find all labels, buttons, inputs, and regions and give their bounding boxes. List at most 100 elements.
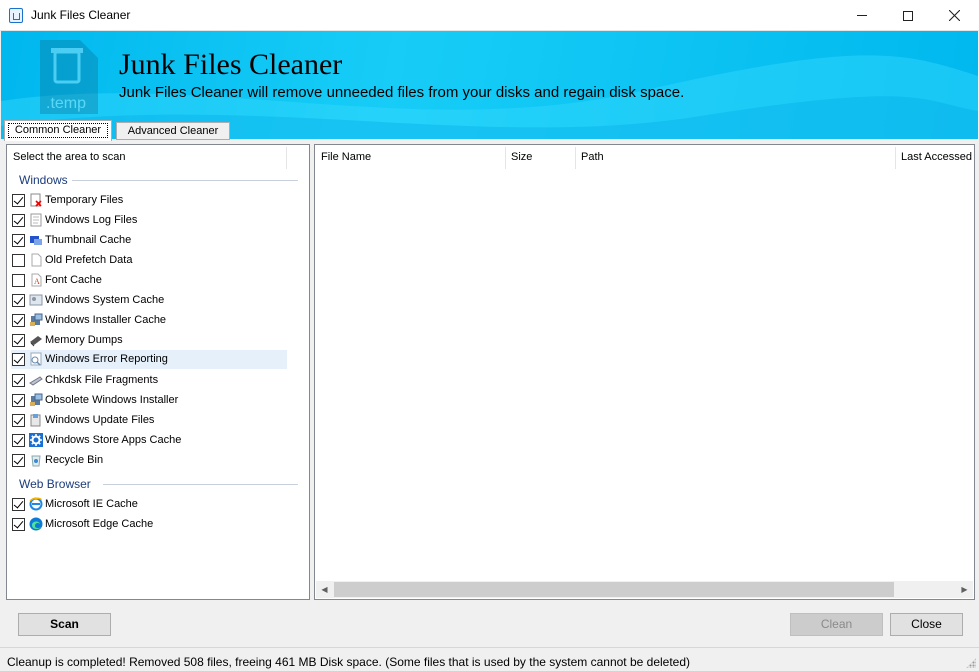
file-list-table[interactable]: File Name Size Path Last Accessed ◀ ▶ bbox=[314, 144, 975, 600]
group-windows-label: Windows bbox=[19, 173, 68, 187]
group-divider bbox=[72, 180, 298, 181]
list-item-windows-store-apps-cache[interactable]: Windows Store Apps Cache bbox=[11, 431, 287, 450]
list-item-microsoft-edge-cache[interactable]: Microsoft Edge Cache bbox=[11, 515, 287, 534]
checkbox[interactable] bbox=[12, 434, 25, 447]
tab-advanced-cleaner-label: Advanced Cleaner bbox=[127, 125, 219, 137]
system-cache-icon bbox=[29, 294, 43, 306]
checkbox[interactable] bbox=[12, 498, 25, 511]
column-header-size[interactable]: Size bbox=[511, 151, 532, 163]
item-label: Font Cache bbox=[45, 274, 102, 286]
close-window-button[interactable] bbox=[931, 0, 977, 31]
list-item-chkdsk-file-fragments[interactable]: Chkdsk File Fragments bbox=[11, 371, 287, 390]
maximize-button[interactable] bbox=[885, 0, 931, 31]
checkbox[interactable] bbox=[12, 294, 25, 307]
window-title: Junk Files Cleaner bbox=[31, 8, 131, 22]
checkbox[interactable] bbox=[12, 414, 25, 427]
status-divider bbox=[0, 647, 979, 648]
checkbox[interactable] bbox=[12, 353, 25, 366]
clean-button[interactable]: Clean bbox=[790, 613, 883, 636]
font-icon: A bbox=[31, 273, 42, 287]
list-item-old-prefetch-data[interactable]: Old Prefetch Data bbox=[11, 251, 287, 270]
status-text: Cleanup is completed! Removed 508 files,… bbox=[7, 655, 691, 669]
column-divider[interactable] bbox=[895, 147, 896, 169]
list-item-obsolete-windows-installer[interactable]: Obsolete Windows Installer bbox=[11, 391, 287, 410]
app-icon bbox=[9, 8, 23, 23]
banner-title: Junk Files Cleaner bbox=[119, 48, 343, 81]
list-item-windows-update-files[interactable]: Windows Update Files bbox=[11, 411, 287, 430]
list-item-memory-dumps[interactable]: Memory Dumps bbox=[11, 331, 287, 350]
maximize-icon bbox=[903, 10, 913, 21]
checkbox[interactable] bbox=[12, 374, 25, 387]
close-button[interactable]: Close bbox=[890, 613, 963, 636]
column-header-path[interactable]: Path bbox=[581, 151, 604, 163]
tab-common-cleaner[interactable]: Common Cleaner bbox=[4, 120, 112, 141]
checkbox[interactable] bbox=[12, 214, 25, 227]
item-label: Windows Store Apps Cache bbox=[45, 434, 182, 446]
update-icon bbox=[30, 414, 41, 427]
minimize-icon bbox=[857, 15, 867, 16]
list-item-microsoft-ie-cache[interactable]: Microsoft IE Cache bbox=[11, 495, 287, 514]
item-label: Microsoft Edge Cache bbox=[45, 518, 154, 530]
resize-grip-icon[interactable] bbox=[966, 658, 976, 668]
scroll-left-arrow-icon[interactable]: ◀ bbox=[316, 581, 333, 598]
installer-icon bbox=[30, 393, 43, 406]
checkbox[interactable] bbox=[12, 194, 25, 207]
title-bar: Junk Files Cleaner bbox=[0, 0, 979, 31]
item-label: Temporary Files bbox=[45, 194, 124, 206]
item-label: Thumbnail Cache bbox=[45, 234, 132, 246]
thumbnail-icon bbox=[30, 236, 42, 245]
item-label: Windows System Cache bbox=[45, 294, 165, 306]
checkbox[interactable] bbox=[12, 254, 25, 267]
item-label: Microsoft IE Cache bbox=[45, 498, 138, 510]
item-label: Old Prefetch Data bbox=[45, 254, 133, 266]
banner-subtitle: Junk Files Cleaner will remove unneeded … bbox=[119, 84, 685, 101]
blank-file-icon bbox=[31, 253, 42, 267]
gear-icon bbox=[29, 433, 43, 447]
log-file-icon bbox=[30, 213, 42, 227]
item-label: Memory Dumps bbox=[45, 334, 123, 346]
item-label: Chkdsk File Fragments bbox=[45, 374, 159, 386]
column-header-file-name[interactable]: File Name bbox=[321, 151, 371, 163]
column-divider[interactable] bbox=[575, 147, 576, 169]
group-web-browser-label: Web Browser bbox=[19, 477, 91, 491]
ie-icon bbox=[29, 497, 43, 511]
checkbox[interactable] bbox=[12, 334, 25, 347]
scroll-right-arrow-icon[interactable]: ▶ bbox=[956, 581, 973, 598]
checkbox[interactable] bbox=[12, 274, 25, 287]
tab-advanced-cleaner[interactable]: Advanced Cleaner bbox=[116, 122, 230, 140]
scan-area-list[interactable]: Select the area to scan Windows Temporar… bbox=[6, 144, 310, 600]
close-icon bbox=[948, 10, 960, 21]
scan-button[interactable]: Scan bbox=[18, 613, 111, 636]
edge-icon bbox=[29, 517, 43, 531]
item-label: Windows Log Files bbox=[45, 214, 138, 226]
list-item-temporary-files[interactable]: Temporary Files bbox=[11, 191, 287, 210]
list-item-windows-system-cache[interactable]: Windows System Cache bbox=[11, 291, 287, 310]
scan-area-header: Select the area to scan bbox=[13, 151, 126, 163]
recycle-bin-icon bbox=[31, 455, 41, 467]
item-label: Recycle Bin bbox=[45, 454, 104, 466]
temp-files-icon bbox=[30, 193, 42, 207]
list-item-font-cache[interactable]: A Font Cache bbox=[11, 271, 287, 290]
trash-can-logo-icon: .temp bbox=[40, 40, 98, 114]
error-report-icon bbox=[30, 352, 42, 366]
item-label: Windows Installer Cache bbox=[45, 314, 167, 326]
scrollbar-thumb[interactable] bbox=[334, 582, 894, 597]
item-label: Windows Update Files bbox=[45, 414, 155, 426]
checkbox[interactable] bbox=[12, 234, 25, 247]
disk-fragments-icon bbox=[29, 376, 43, 386]
checkbox[interactable] bbox=[12, 394, 25, 407]
list-item-windows-error-reporting[interactable]: Windows Error Reporting bbox=[11, 350, 287, 369]
svg-text:A: A bbox=[34, 277, 40, 286]
tab-common-cleaner-label: Common Cleaner bbox=[7, 123, 109, 138]
checkbox[interactable] bbox=[12, 518, 25, 531]
list-item-windows-installer-cache[interactable]: Windows Installer Cache bbox=[11, 311, 287, 330]
column-divider[interactable] bbox=[505, 147, 506, 169]
list-item-windows-log-files[interactable]: Windows Log Files bbox=[11, 211, 287, 230]
horizontal-scrollbar[interactable]: ◀ ▶ bbox=[316, 581, 973, 598]
minimize-button[interactable] bbox=[839, 0, 885, 31]
checkbox[interactable] bbox=[12, 454, 25, 467]
checkbox[interactable] bbox=[12, 314, 25, 327]
list-item-thumbnail-cache[interactable]: Thumbnail Cache bbox=[11, 231, 287, 250]
list-item-recycle-bin[interactable]: Recycle Bin bbox=[11, 451, 287, 470]
column-header-last-accessed[interactable]: Last Accessed bbox=[901, 151, 972, 163]
